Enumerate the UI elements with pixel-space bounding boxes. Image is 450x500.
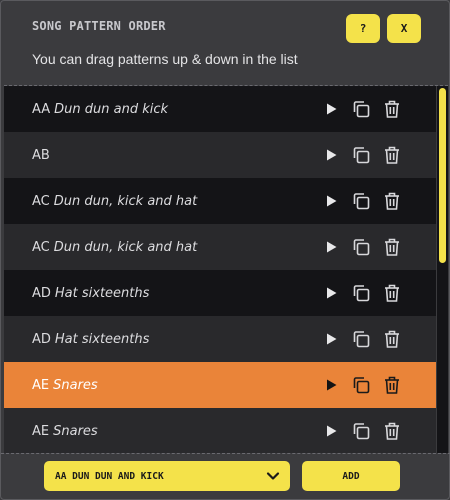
pattern-label: AB — [32, 148, 50, 163]
pattern-code: AE — [32, 377, 50, 393]
dialog-footer: AA DUN DUN AND KICK ADD — [1, 453, 450, 500]
pattern-row-4[interactable]: AC Dun dun, kick and hat — [4, 224, 436, 270]
pattern-select[interactable]: AA DUN DUN AND KICK — [44, 461, 290, 491]
row-actions — [326, 178, 402, 224]
song-pattern-order-dialog: SONG PATTERN ORDER You can drag patterns… — [0, 0, 450, 500]
row-actions — [326, 270, 402, 316]
row-actions — [326, 316, 402, 362]
pattern-label: AA Dun dun and kick — [32, 102, 168, 117]
duplicate-icon[interactable] — [350, 144, 372, 166]
duplicate-icon[interactable] — [350, 282, 372, 304]
trash-icon[interactable] — [382, 328, 402, 350]
trash-icon[interactable] — [382, 236, 402, 258]
pattern-list[interactable]: AA Dun dun and kick AB AC Dun dun, kick … — [4, 85, 448, 453]
close-button[interactable]: X — [387, 14, 421, 43]
play-icon[interactable] — [326, 102, 338, 116]
pattern-code: AE — [32, 423, 50, 439]
trash-icon[interactable] — [382, 420, 402, 442]
duplicate-icon[interactable] — [350, 420, 372, 442]
pattern-label: AD Hat sixteenths — [32, 332, 149, 347]
scrollbar[interactable] — [437, 86, 448, 453]
pattern-name: Dun dun, kick and hat — [53, 239, 198, 255]
chevron-down-icon — [266, 472, 280, 480]
pattern-row-3[interactable]: AC Dun dun, kick and hat — [4, 178, 436, 224]
pattern-row-6[interactable]: AD Hat sixteenths — [4, 316, 436, 362]
play-icon[interactable] — [326, 332, 338, 346]
duplicate-icon[interactable] — [350, 98, 372, 120]
pattern-label: AE Snares — [32, 424, 98, 439]
dialog-title: SONG PATTERN ORDER — [32, 19, 166, 33]
pattern-list-rows: AA Dun dun and kick AB AC Dun dun, kick … — [4, 86, 436, 453]
trash-icon[interactable] — [382, 374, 402, 396]
pattern-select-value: AA DUN DUN AND KICK — [55, 470, 164, 482]
pattern-row-7[interactable]: AE Snares — [4, 362, 436, 408]
row-actions — [326, 132, 402, 178]
pattern-name: Hat sixteenths — [54, 285, 150, 301]
pattern-code: AC — [32, 193, 50, 209]
pattern-label: AD Hat sixteenths — [32, 286, 149, 301]
trash-icon[interactable] — [382, 144, 402, 166]
pattern-name: Snares — [53, 423, 98, 439]
pattern-code: AA — [32, 101, 51, 117]
help-button[interactable]: ? — [346, 14, 380, 43]
pattern-name: Snares — [53, 377, 98, 393]
pattern-row-2[interactable]: AB — [4, 132, 436, 178]
pattern-code: AB — [32, 147, 50, 163]
dialog-subtitle: You can drag patterns up & down in the l… — [32, 51, 298, 67]
trash-icon[interactable] — [382, 282, 402, 304]
pattern-row-5[interactable]: AD Hat sixteenths — [4, 270, 436, 316]
pattern-code: AD — [32, 331, 51, 347]
pattern-name: Hat sixteenths — [54, 331, 150, 347]
play-icon[interactable] — [326, 148, 338, 162]
pattern-row-8[interactable]: AE Snares — [4, 408, 436, 453]
duplicate-icon[interactable] — [350, 374, 372, 396]
trash-icon[interactable] — [382, 190, 402, 212]
pattern-label: AC Dun dun, kick and hat — [32, 194, 197, 209]
pattern-row-1[interactable]: AA Dun dun and kick — [4, 86, 436, 132]
play-icon[interactable] — [326, 378, 338, 392]
play-icon[interactable] — [326, 240, 338, 254]
add-button[interactable]: ADD — [302, 461, 400, 491]
play-icon[interactable] — [326, 424, 338, 438]
play-icon[interactable] — [326, 286, 338, 300]
play-icon[interactable] — [326, 194, 338, 208]
duplicate-icon[interactable] — [350, 190, 372, 212]
trash-icon[interactable] — [382, 98, 402, 120]
duplicate-icon[interactable] — [350, 236, 372, 258]
pattern-code: AC — [32, 239, 50, 255]
pattern-code: AD — [32, 285, 51, 301]
row-actions — [326, 86, 402, 132]
row-actions — [326, 362, 402, 408]
duplicate-icon[interactable] — [350, 328, 372, 350]
pattern-name: Dun dun, kick and hat — [53, 193, 198, 209]
pattern-label: AE Snares — [32, 378, 98, 393]
pattern-name: Dun dun and kick — [54, 101, 169, 117]
dialog-header: SONG PATTERN ORDER You can drag patterns… — [1, 1, 450, 85]
row-actions — [326, 408, 402, 453]
row-actions — [326, 224, 402, 270]
pattern-label: AC Dun dun, kick and hat — [32, 240, 197, 255]
scrollbar-thumb[interactable] — [439, 88, 446, 263]
